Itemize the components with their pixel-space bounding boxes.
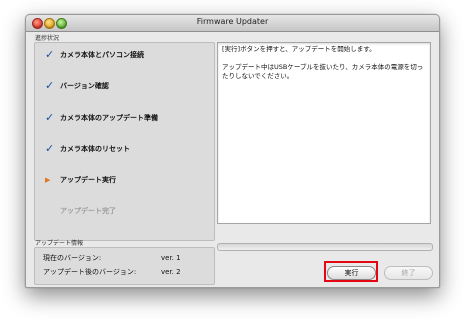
step-complete: アップデート完了: [35, 204, 214, 218]
step-connect: ✓ カメラ本体とパソコン接続: [35, 48, 214, 62]
step-reset: ✓ カメラ本体のリセット: [35, 142, 214, 156]
current-version-label: 現在のバージョン:: [43, 254, 102, 262]
finish-button[interactable]: 終了: [384, 266, 433, 280]
step-label: アップデート実行: [60, 176, 116, 184]
steps-panel: ✓ カメラ本体とパソコン接続 ✓ バージョン確認 ✓ カメラ本体のアップデート準…: [34, 42, 215, 241]
message-line: アップデート中はUSBケーブルを抜いたり、カメラ本体の電源を切ったりしないでくだ…: [222, 63, 424, 80]
step-label: カメラ本体のアップデート準備: [60, 114, 158, 122]
progress-bar: [217, 243, 433, 251]
message-text-area[interactable]: [実行]ボタンを押すと、アップデートを開始します。 アップデート中はUSBケーブ…: [217, 42, 431, 224]
step-label: カメラ本体のリセット: [60, 145, 130, 153]
check-icon: ✓: [45, 111, 55, 124]
message-line: [実行]ボタンを押すと、アップデートを開始します。: [222, 45, 376, 53]
updated-version-label: アップデート後のバージョン:: [43, 268, 137, 276]
updated-version-value: ver. 2: [161, 268, 181, 276]
step-label: アップデート完了: [60, 207, 116, 215]
firmware-updater-window: Firmware Updater 進捗状況 ✓ カメラ本体とパソコン接続 ✓ バ…: [25, 14, 440, 288]
execute-button-highlight: [324, 261, 378, 282]
window-title: Firmware Updater: [196, 17, 269, 26]
update-info-group-label: アップデート情報: [35, 240, 84, 247]
check-icon: ✓: [45, 79, 55, 92]
step-execute-update: ▶ アップデート実行: [35, 173, 214, 187]
current-version-value: ver. 1: [161, 254, 181, 262]
title-bar: Firmware Updater: [26, 15, 439, 32]
arrow-right-icon: ▶: [45, 176, 51, 184]
step-version-check: ✓ バージョン確認: [35, 79, 214, 93]
step-prepare: ✓ カメラ本体のアップデート準備: [35, 111, 214, 125]
check-icon: ✓: [45, 142, 55, 155]
step-label: カメラ本体とパソコン接続: [60, 51, 144, 59]
update-info-panel: 現在のバージョン: ver. 1 アップデート後のバージョン: ver. 2: [34, 247, 215, 285]
check-icon: ✓: [45, 48, 55, 61]
step-label: バージョン確認: [60, 82, 109, 90]
steps-group-label: 進捗状況: [35, 35, 60, 42]
